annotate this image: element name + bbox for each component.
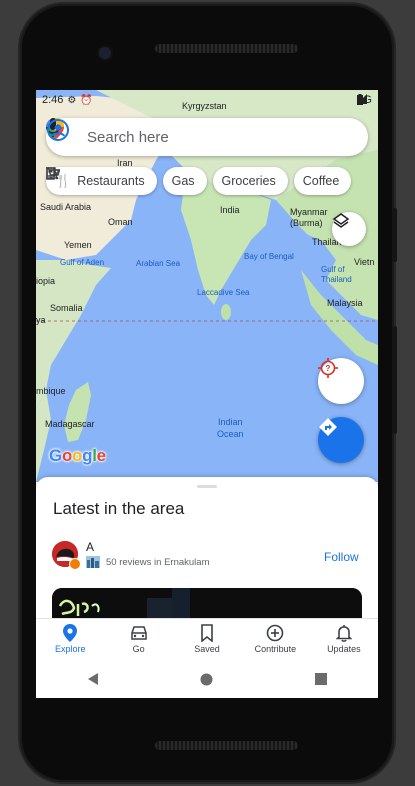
- map-label-ethiopia: iopia: [36, 276, 56, 286]
- map-label-arabian-sea: Arabian Sea: [136, 259, 181, 268]
- nav-label: Contribute: [254, 644, 297, 654]
- map-label-kenya: ya: [36, 315, 46, 325]
- back-icon[interactable]: [87, 672, 99, 686]
- chip-restaurants[interactable]: 🍴 Restaurants: [46, 167, 157, 195]
- google-logo: Google: [49, 446, 106, 465]
- chip-coffee[interactable]: Coffee: [46, 167, 352, 195]
- map-label-laccadive-sea: Laccadive Sea: [197, 288, 250, 297]
- category-chips: 🍴 Restaurants Gas Groceries Coffee: [46, 167, 352, 195]
- map-label-india: India: [220, 205, 240, 215]
- post-photo[interactable]: [52, 588, 362, 622]
- directions-icon: [319, 418, 337, 436]
- map-label-gulf-of-aden: Gulf of Aden: [60, 258, 105, 267]
- author-review-count: 50 reviews in Ernakulam: [106, 556, 210, 568]
- chip-label: Restaurants: [77, 174, 145, 188]
- bell-icon: [335, 625, 352, 642]
- map-label-vietnam: Vietn: [354, 257, 375, 267]
- explore-sheet[interactable]: Latest in the area A 50 reviews in Ernak…: [36, 477, 378, 622]
- nav-label: Go: [132, 644, 145, 654]
- nav-label: Explore: [54, 644, 86, 654]
- map-label-kyrgyzstan: Kyrgyzstan: [182, 101, 227, 111]
- author-meta: 50 reviews in Ernakulam: [86, 556, 210, 568]
- coffee-cup-icon: [46, 167, 59, 179]
- svg-text:?: ?: [326, 364, 331, 373]
- volume-button: [392, 326, 397, 434]
- map-label-saudi-arabia: Saudi Arabia: [40, 202, 92, 212]
- top-speaker: [155, 44, 298, 53]
- map-label-bay-of-bengal: Bay of Bengal: [244, 252, 294, 261]
- bottom-speaker: [155, 741, 298, 750]
- nav-go[interactable]: Go: [104, 619, 172, 661]
- explore-pin-icon: [63, 624, 78, 642]
- car-icon: [130, 626, 147, 640]
- nav-contribute[interactable]: Contribute: [241, 619, 309, 661]
- account-icon[interactable]: [46, 118, 70, 142]
- layers-button[interactable]: [332, 212, 366, 246]
- search-input[interactable]: Search here: [87, 129, 169, 146]
- map-label-somalia: Somalia: [50, 303, 83, 313]
- local-guide-badge: [69, 558, 81, 570]
- map-label-indian-ocean: Indian Ocean: [217, 417, 244, 439]
- bottom-navigation: Explore Go Saved Contribute Updates: [36, 618, 378, 661]
- front-camera: [99, 47, 111, 59]
- power-button: [392, 208, 397, 262]
- android-navigation-bar: [36, 660, 378, 698]
- home-icon[interactable]: [200, 673, 213, 686]
- chip-label: Coffee: [302, 174, 340, 188]
- my-location-button[interactable]: ?: [318, 358, 364, 404]
- location-unknown-icon: ?: [318, 358, 338, 378]
- plus-circle-icon: [267, 624, 284, 642]
- nav-label: Updates: [327, 644, 361, 654]
- nav-updates[interactable]: Updates: [310, 619, 378, 661]
- photo-image: [52, 588, 362, 622]
- city-icon: [86, 556, 100, 568]
- battery-icon: [357, 94, 364, 105]
- bookmark-icon: [201, 624, 213, 642]
- map-label-madagascar: Madagascar: [45, 419, 95, 429]
- phone-screen: 2:46 ⚙ ⏰ 3G Kyrgyzstan Iran Saudi Arabia…: [36, 90, 378, 698]
- search-bar[interactable]: Search here: [46, 118, 368, 156]
- map-label-oman: Oman: [108, 217, 133, 227]
- chip-label: Groceries: [221, 174, 276, 188]
- map-label-malaysia: Malaysia: [327, 298, 363, 308]
- recents-icon[interactable]: [315, 673, 328, 685]
- chip-groceries[interactable]: Groceries: [46, 167, 288, 195]
- chip-label: Gas: [171, 174, 195, 188]
- author-name[interactable]: A: [86, 540, 94, 554]
- directions-button[interactable]: [318, 417, 364, 463]
- map-label-mozambique: mbique: [36, 386, 66, 396]
- alarm-icon: ⏰: [80, 94, 93, 106]
- layers-icon: [332, 213, 350, 228]
- nav-explore[interactable]: Explore: [36, 619, 104, 661]
- nav-saved[interactable]: Saved: [173, 619, 241, 661]
- map-label-gulf-of-thailand: Gulf of Thailand: [321, 265, 352, 284]
- map-label-myanmar: Myanmar (Burma): [290, 207, 328, 228]
- map-label-yemen: Yemen: [64, 240, 92, 250]
- settings-gear-icon: ⚙: [67, 94, 77, 106]
- follow-button[interactable]: Follow: [324, 550, 359, 564]
- sheet-drag-handle[interactable]: [197, 485, 217, 488]
- chip-gas[interactable]: Gas: [46, 167, 207, 195]
- nav-label: Saved: [194, 644, 220, 654]
- map-view[interactable]: 2:46 ⚙ ⏰ 3G Kyrgyzstan Iran Saudi Arabia…: [36, 90, 378, 482]
- sheet-title: Latest in the area: [53, 499, 185, 518]
- status-time: 2:46: [42, 94, 64, 106]
